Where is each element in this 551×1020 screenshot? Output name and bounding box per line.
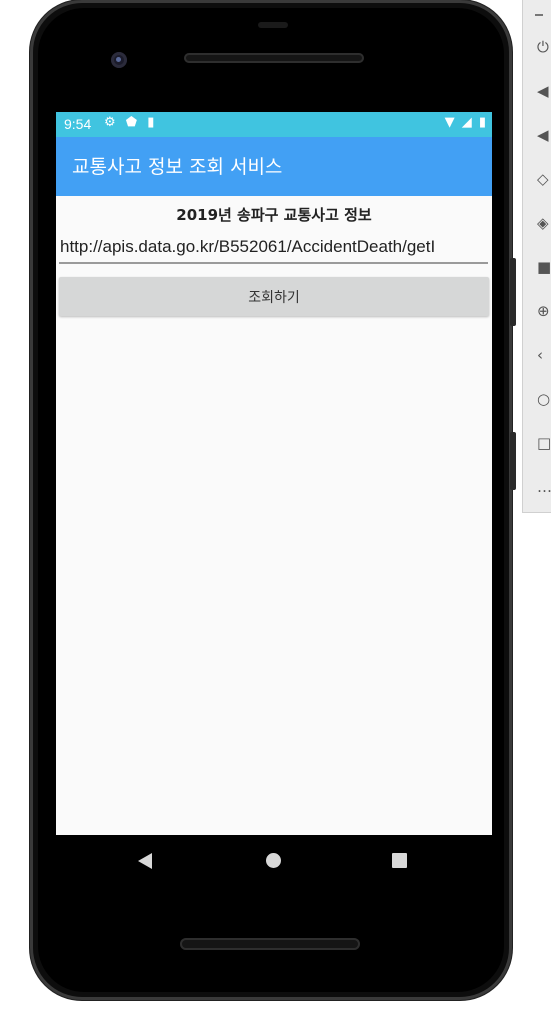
battery-icon: ▮	[478, 115, 486, 130]
url-input[interactable]	[59, 232, 488, 264]
rotate-right-icon[interactable]: ◈	[537, 214, 551, 232]
device-screen: 9:54 ⚙ ⬟ ▮ ▼ ◢ ▮ 교통사고 정보 조회 서비스 2019년 송파…	[56, 112, 492, 835]
home-icon[interactable]	[266, 853, 281, 868]
overview-icon[interactable]: □	[537, 434, 551, 452]
status-bar: 9:54 ⚙ ⬟ ▮ ▼ ◢ ▮	[56, 112, 492, 137]
power-side-button	[510, 258, 516, 326]
bottom-speaker	[180, 938, 360, 950]
emulator-toolbar: ⏻ ◀ ◀ ◇ ◈ ■ ⊕ ‹ ○ □ …	[522, 0, 551, 513]
earpiece-top	[258, 22, 288, 28]
power-icon[interactable]: ⏻	[537, 38, 551, 56]
more-icon[interactable]: …	[537, 478, 551, 496]
recents-icon[interactable]	[392, 853, 407, 868]
volume-down-icon[interactable]: ◀	[537, 126, 551, 144]
rotate-left-icon[interactable]: ◇	[537, 170, 551, 188]
back-icon[interactable]: ‹	[537, 346, 551, 364]
gear-icon: ⚙	[104, 115, 116, 130]
shield-icon: ⬟	[125, 115, 138, 130]
zoom-icon[interactable]: ⊕	[537, 302, 551, 320]
query-button[interactable]: 조회하기	[59, 277, 489, 316]
camera-icon[interactable]: ■	[537, 258, 551, 276]
home-icon[interactable]: ○	[537, 390, 551, 408]
minimize-icon[interactable]	[535, 14, 543, 16]
back-icon[interactable]	[138, 853, 152, 869]
page-heading: 2019년 송파구 교통사고 정보	[176, 206, 372, 224]
app-bar: 교통사고 정보 조회 서비스	[56, 137, 492, 196]
front-camera	[111, 52, 127, 68]
volume-up-icon[interactable]: ◀	[537, 82, 551, 100]
app-title: 교통사고 정보 조회 서비스	[72, 156, 283, 178]
wifi-icon: ▼	[444, 115, 455, 130]
front-speaker	[184, 53, 364, 63]
status-time: 9:54	[64, 116, 92, 132]
navigation-bar	[56, 835, 492, 887]
volume-side-button	[510, 432, 516, 490]
sd-card-icon: ▮	[147, 115, 155, 130]
signal-icon: ◢	[461, 115, 472, 130]
